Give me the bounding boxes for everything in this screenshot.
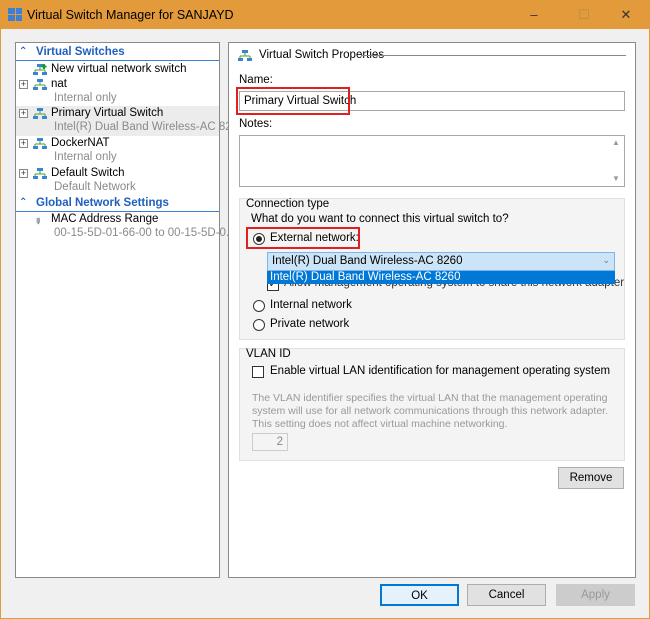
vlan-description: The VLAN identifier specifies the virtua… <box>252 392 608 430</box>
switch-item-default[interactable]: + Default Switch <box>16 166 219 181</box>
switch-tree: ⌃ Virtual Switches New virtual network sw… <box>15 42 244 578</box>
vlan-enable-checkbox[interactable] <box>252 366 264 378</box>
switch-item-nat[interactable]: + nat <box>16 77 219 92</box>
group-title: VLAN ID <box>246 348 291 360</box>
collapse-icon: ⌃ <box>19 197 28 208</box>
item-detail: Default Network <box>54 181 136 193</box>
window-title: Virtual Switch Manager for SANJAYD <box>27 8 234 22</box>
expand-icon[interactable]: + <box>19 139 28 148</box>
switch-icon <box>33 108 47 119</box>
switch-icon <box>238 50 252 61</box>
button-label: Cancel <box>488 589 525 601</box>
new-switch-icon <box>33 64 47 75</box>
chevron-down-icon: ⌄ <box>602 255 610 265</box>
button-label: Remove <box>569 472 613 484</box>
divider <box>361 55 626 56</box>
close-button[interactable]: ✕ <box>603 1 649 29</box>
item-label: MAC Address Range <box>51 213 159 225</box>
highlight-box <box>246 227 360 249</box>
mac-address-range-item[interactable]: MAC Address Range <box>16 212 219 227</box>
connection-type-group: Connection type What do you want to conn… <box>239 198 625 340</box>
notes-textarea[interactable] <box>239 135 625 187</box>
section-global-network[interactable]: ⌃ Global Network Settings <box>16 195 219 212</box>
name-label: Name: <box>239 74 273 86</box>
network-card-icon <box>36 217 40 225</box>
expand-icon[interactable]: + <box>19 80 28 89</box>
minimize-button[interactable]: – <box>511 1 557 29</box>
remove-button[interactable]: Remove <box>558 467 624 489</box>
item-label: nat <box>51 78 67 90</box>
switch-item-primary[interactable]: + Primary Virtual Switch Intel(R) Dual B… <box>16 106 244 136</box>
properties-panel: Virtual Switch Properties Name: Primary … <box>228 42 636 578</box>
maximize-button[interactable]: ☐ <box>561 1 607 29</box>
connection-question: What do you want to connect this virtual… <box>251 213 509 225</box>
group-title: Connection type <box>246 198 330 210</box>
scroll-down-icon[interactable]: ▼ <box>612 174 620 183</box>
item-detail: 00-15-5D-01-66-00 to 00-15-5D-0... <box>54 227 236 239</box>
dropdown-option[interactable]: Intel(R) Dual Band Wireless-AC 8260 <box>267 271 615 284</box>
item-label: DockerNAT <box>51 137 110 149</box>
footer: OK Cancel Apply <box>1 578 649 618</box>
highlight-box <box>236 87 350 115</box>
private-network-label[interactable]: Private network <box>270 318 349 330</box>
button-label: OK <box>411 590 428 602</box>
scroll-up-icon[interactable]: ▲ <box>612 138 620 147</box>
item-detail: Intel(R) Dual Band Wireless-AC 8260 <box>54 121 245 133</box>
notes-label: Notes: <box>239 118 273 130</box>
title-bar: Virtual Switch Manager for SANJAYD – ☐ ✕ <box>1 1 649 29</box>
item-label: New virtual network switch <box>51 63 187 75</box>
internal-network-label[interactable]: Internal network <box>270 299 352 311</box>
collapse-icon: ⌃ <box>19 46 28 57</box>
switch-icon <box>33 79 47 90</box>
button-label: Apply <box>581 589 610 601</box>
switch-icon <box>33 168 47 179</box>
section-title: Virtual Switches <box>36 46 125 58</box>
dropdown-value: Intel(R) Dual Band Wireless-AC 8260 <box>272 255 463 267</box>
switch-icon <box>33 138 47 149</box>
item-label: Primary Virtual Switch <box>51 107 164 119</box>
item-detail: Internal only <box>54 151 117 163</box>
section-title: Global Network Settings <box>36 197 169 209</box>
expand-icon[interactable]: + <box>19 169 28 178</box>
cancel-button[interactable]: Cancel <box>467 584 546 606</box>
new-switch-item[interactable]: New virtual network switch <box>16 62 219 77</box>
item-label: Default Switch <box>51 167 125 179</box>
internal-network-radio[interactable] <box>253 300 265 312</box>
switch-item-dockernat[interactable]: + DockerNAT <box>16 136 219 151</box>
item-detail: Internal only <box>54 92 117 104</box>
vlan-enable-label[interactable]: Enable virtual LAN identification for ma… <box>270 365 610 377</box>
ok-button[interactable]: OK <box>380 584 459 606</box>
private-network-radio[interactable] <box>253 319 265 331</box>
apply-button[interactable]: Apply <box>556 584 635 606</box>
section-virtual-switches[interactable]: ⌃ Virtual Switches <box>16 44 219 61</box>
dialog-window: Virtual Switch Manager for SANJAYD – ☐ ✕… <box>0 0 650 619</box>
adapter-dropdown[interactable]: Intel(R) Dual Band Wireless-AC 8260 ⌄ <box>267 252 615 271</box>
expand-icon[interactable]: + <box>19 109 28 118</box>
vlan-id-input[interactable]: 2 <box>252 433 288 451</box>
vlan-group: VLAN ID Enable virtual LAN identificatio… <box>239 348 625 461</box>
app-icon <box>8 8 22 21</box>
